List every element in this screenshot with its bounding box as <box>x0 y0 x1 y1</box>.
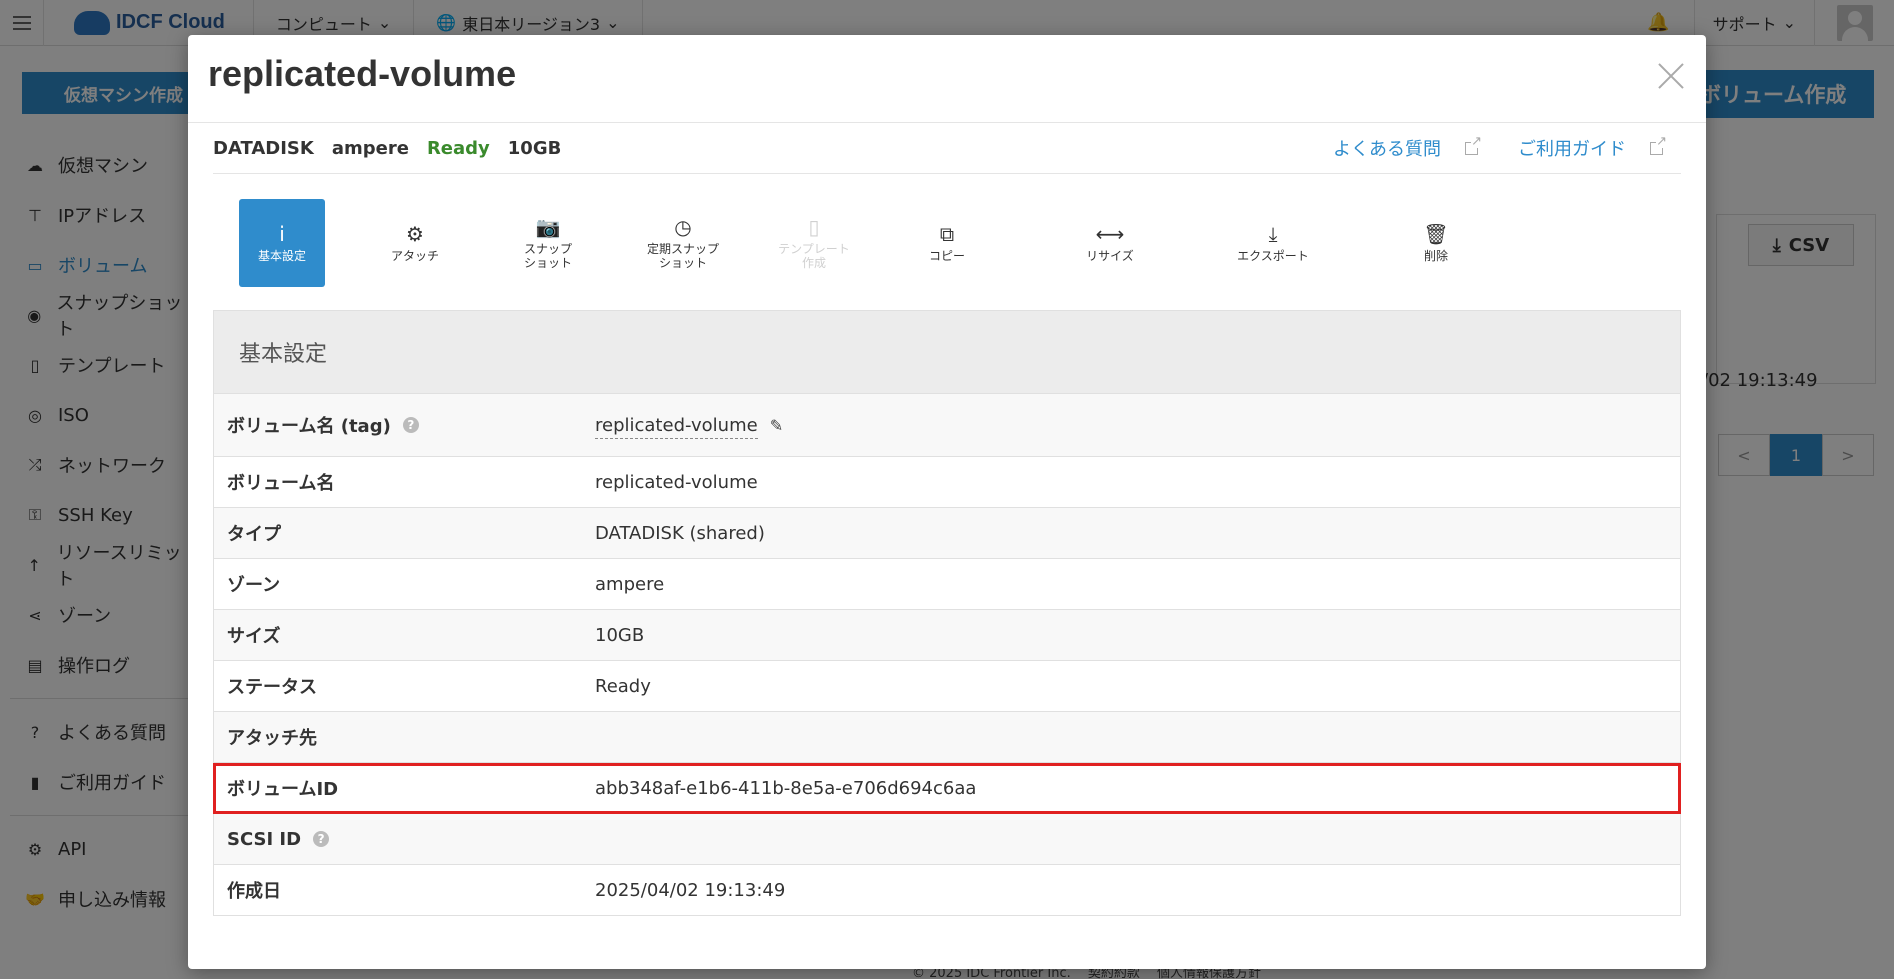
volume-detail-modal: replicated-volume DATADISK ampere Ready … <box>188 35 1706 969</box>
table-row-type: タイプ DATADISK (shared) <box>213 508 1681 559</box>
help-icon[interactable]: ? <box>313 831 330 847</box>
row-value: Ready <box>595 675 651 697</box>
row-value: 2025/04/02 19:13:49 <box>595 879 786 901</box>
row-label: ボリュームID <box>227 779 339 800</box>
help-icon[interactable]: ? <box>402 417 419 433</box>
faq-link-label: よくある質問 <box>1333 139 1441 160</box>
row-value: 10GB <box>595 624 645 646</box>
action-label: リサイズ <box>1086 249 1134 264</box>
table-row-volume-id: ボリュームID abb348af-e1b6-411b-8e5a-e706d694… <box>213 763 1681 814</box>
action-label: 基本設定 <box>257 249 306 264</box>
copy-icon: ⧉ <box>939 222 955 247</box>
summary-status: Ready <box>426 137 490 159</box>
row-label: ゾーン <box>227 575 281 596</box>
info-icon: i <box>279 222 285 247</box>
tag-value-editable[interactable]: replicated-volume <box>595 414 758 439</box>
gear-icon: ⚙ <box>406 222 424 247</box>
clock-icon: ◷ <box>674 215 692 240</box>
copy-button[interactable]: ⧉ コピー <box>904 199 990 287</box>
delete-button[interactable]: 🗑 削除 <box>1393 199 1479 287</box>
external-link-icon <box>1650 134 1667 155</box>
tab-basic-settings[interactable]: i 基本設定 <box>239 199 325 287</box>
close-icon[interactable] <box>1656 61 1686 91</box>
row-value: ampere <box>595 573 665 595</box>
row-label: アタッチ先 <box>227 728 317 749</box>
summary-zone: ampere <box>331 137 409 159</box>
modal-header: replicated-volume <box>188 35 1706 123</box>
table-row-tag: ボリューム名 (tag)? replicated-volume ✎ <box>213 394 1681 457</box>
action-label: 定期スナップ <box>646 242 719 257</box>
row-label: 作成日 <box>227 881 281 902</box>
row-label: ボリューム名 (tag)? <box>214 412 595 438</box>
volume-summary: DATADISK ampere Ready 10GB よくある質問 ご利用ガイド <box>213 123 1681 174</box>
action-label: エクスポート <box>1237 249 1309 264</box>
attach-button[interactable]: ⚙ アタッチ <box>372 199 458 287</box>
action-label-line2: 作成 <box>801 256 826 270</box>
export-button[interactable]: ⤓ エクスポート <box>1230 199 1316 287</box>
table-row-created: 作成日 2025/04/02 19:13:49 <box>213 865 1681 916</box>
row-label: SCSI ID? <box>214 829 595 850</box>
row-value: replicated-volume ✎ <box>595 414 1680 439</box>
trash-icon: 🗑 <box>1423 222 1449 247</box>
action-label-line2: ショット <box>658 256 707 270</box>
action-label: コピー <box>928 249 965 264</box>
summary-type: DATADISK <box>213 137 314 159</box>
settings-table: 基本設定 ボリューム名 (tag)? replicated-volume ✎ ボリ… <box>213 310 1681 916</box>
table-row-size: サイズ 10GB <box>213 610 1681 661</box>
row-label: サイズ <box>227 626 281 647</box>
guide-link[interactable]: ご利用ガイド <box>1518 134 1681 161</box>
arrows-h-icon: ⟷ <box>1095 222 1125 247</box>
row-label: ステータス <box>227 677 317 698</box>
table-row-attached-to: アタッチ先 <box>213 712 1681 763</box>
row-label: ボリューム名 <box>227 473 335 494</box>
action-label: 削除 <box>1423 249 1448 264</box>
scheduled-snapshot-button[interactable]: ◷ 定期スナップ ショット <box>633 199 733 287</box>
row-value: DATADISK (shared) <box>595 522 765 544</box>
action-label: スナップ <box>523 242 572 257</box>
action-label-line2: ショット <box>523 256 572 270</box>
help-links: よくある質問 ご利用ガイド <box>1333 134 1681 161</box>
action-label: アタッチ <box>390 249 439 264</box>
external-link-icon <box>1465 134 1482 155</box>
table-row-scsi-id: SCSI ID? <box>213 814 1681 865</box>
resize-button[interactable]: ⟷ リサイズ <box>1067 199 1153 287</box>
file-icon: ▯ <box>808 215 820 240</box>
modal-title: replicated-volume <box>208 53 517 94</box>
row-value: abb348af-e1b6-411b-8e5a-e706d694c6aa <box>595 777 977 799</box>
scsi-label: SCSI ID <box>227 828 302 850</box>
snapshot-button[interactable]: 📷 スナップ ショット <box>505 199 591 287</box>
row-label: タイプ <box>227 524 281 545</box>
download-icon: ⤓ <box>1268 222 1278 247</box>
tag-label: ボリューム名 (tag) <box>227 416 391 437</box>
table-row-name: ボリューム名 replicated-volume <box>213 457 1681 508</box>
summary-size: 10GB <box>507 137 562 159</box>
faq-link[interactable]: よくある質問 <box>1333 134 1496 161</box>
camera-icon: 📷 <box>535 215 561 240</box>
pencil-icon[interactable]: ✎ <box>770 416 783 435</box>
create-template-button: ▯ テンプレート 作成 <box>771 199 857 287</box>
action-label: テンプレート <box>778 242 850 257</box>
guide-link-label: ご利用ガイド <box>1518 139 1626 160</box>
action-toolbar: i 基本設定 ⚙ アタッチ 📷 スナップ ショット ◷ 定期スナップ ショット … <box>213 199 1681 293</box>
table-row-zone: ゾーン ampere <box>213 559 1681 610</box>
table-row-status: ステータス Ready <box>213 661 1681 712</box>
settings-heading: 基本設定 <box>213 310 1681 394</box>
row-value: replicated-volume <box>595 471 758 493</box>
